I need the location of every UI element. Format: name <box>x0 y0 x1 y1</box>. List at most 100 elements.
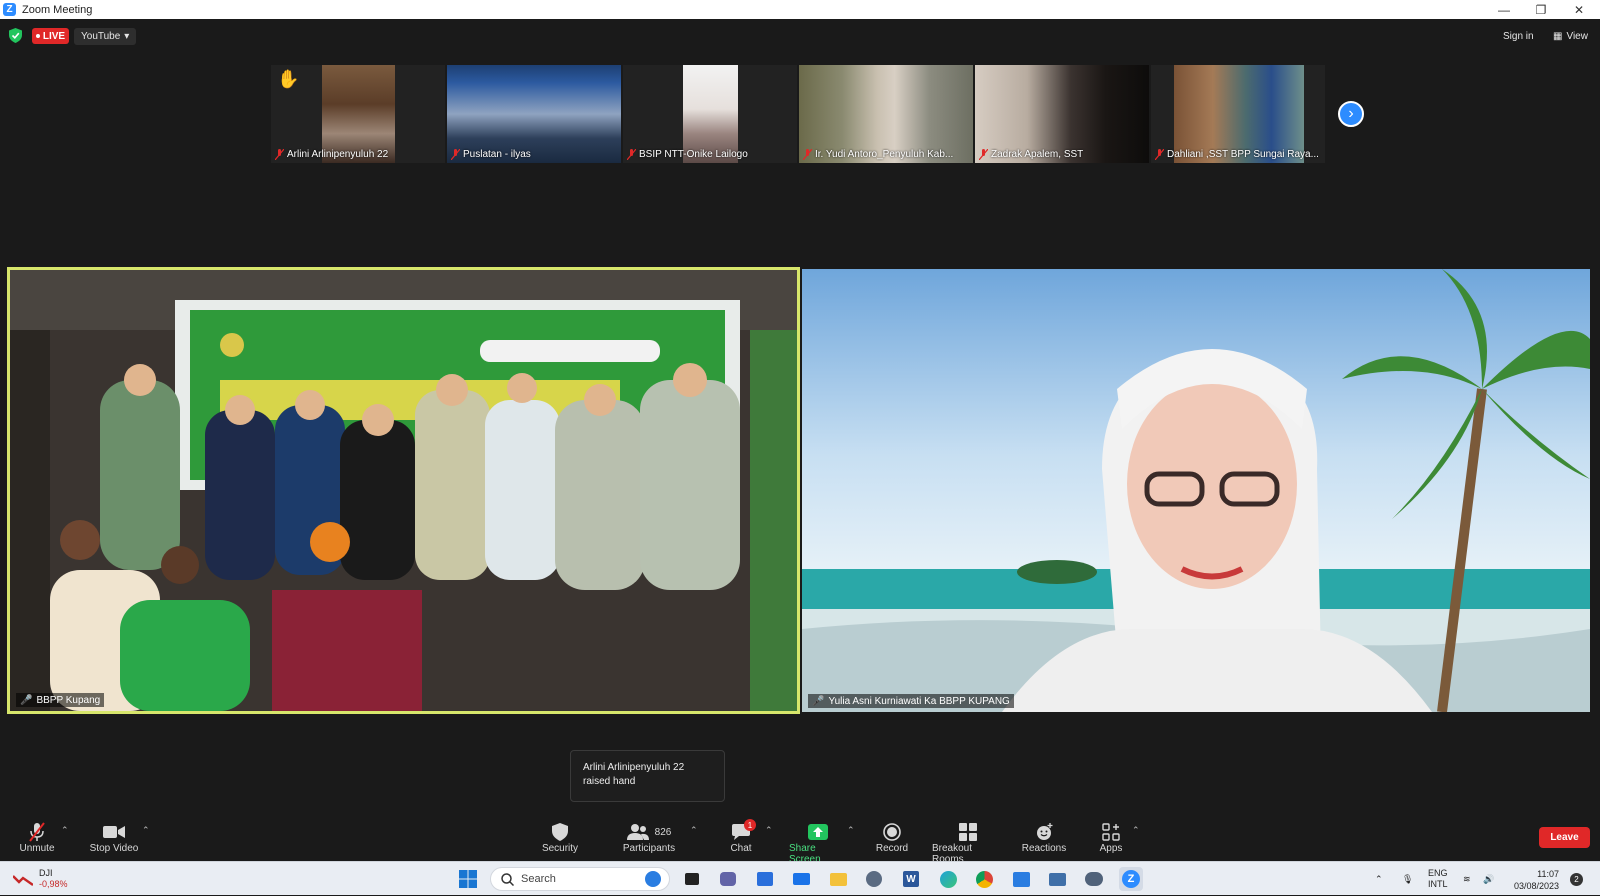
apps-button[interactable]: Apps <box>1099 821 1123 854</box>
system-clock[interactable]: 11:07 03/08/2023 <box>1511 868 1559 892</box>
stock-change: -0,98% <box>39 879 68 889</box>
active-speaker-video[interactable]: 🎤 BBPP Kupang <box>7 267 800 714</box>
minimize-icon[interactable]: — <box>1486 0 1522 19</box>
stock-widget[interactable]: DJI -0,98% <box>13 868 68 889</box>
view-label: View <box>1566 31 1588 42</box>
wifi-icon[interactable]: ≋ <box>1463 862 1471 896</box>
video-camera-icon <box>103 826 125 838</box>
audio-options-caret-icon[interactable]: ⌃ <box>61 825 69 836</box>
chat-button[interactable]: 1 Chat <box>727 819 756 854</box>
meeting-controls-toolbar: Unmute ⌃ Stop Video ⌃ Security 826 Parti… <box>0 815 1600 865</box>
breakout-rooms-button[interactable]: Breakout Rooms <box>932 821 1004 865</box>
security-label: Security <box>541 843 579 854</box>
participants-icon <box>626 824 649 840</box>
participant-main-video[interactable]: 🎤 Yulia Asni Kurniawati Ka BBPP KUPANG <box>802 269 1590 712</box>
tray-overflow-chevron-icon[interactable]: ⌃ <box>1375 862 1383 896</box>
participants-button[interactable]: 826 Participants <box>620 821 678 854</box>
mic-muted-icon <box>1155 149 1164 160</box>
share-options-caret-icon[interactable]: ⌃ <box>847 825 855 836</box>
participant-name: Dahliani ,SST BPP Sungai Raya... <box>1167 149 1319 160</box>
restore-icon[interactable]: ❐ <box>1523 0 1559 19</box>
share-screen-icon <box>808 824 828 840</box>
security-button[interactable]: Security <box>541 821 579 854</box>
task-view-icon[interactable] <box>680 867 704 891</box>
mic-muted-icon <box>275 149 284 160</box>
participant-thumbnail[interactable]: Ir. Yudi Antoro_Penyuluh Kab... <box>799 65 973 163</box>
mail-icon[interactable] <box>789 867 813 891</box>
apps-icon <box>1102 823 1120 841</box>
participant-thumbnail[interactable]: BSIP NTT-Onike Lailogo <box>623 65 797 163</box>
share-screen-button[interactable]: Share Screen <box>789 821 847 865</box>
microphone-tray-icon[interactable]: 🎙 <box>1402 862 1413 896</box>
stock-chart-icon <box>13 874 33 886</box>
bing-icon <box>645 871 661 887</box>
shield-check-icon[interactable] <box>9 28 22 43</box>
reactions-label: Reactions <box>1021 843 1067 854</box>
network-app-icon[interactable] <box>1045 867 1069 891</box>
beach-background-video <box>802 269 1590 712</box>
volume-icon[interactable]: 🔊 <box>1483 862 1494 896</box>
participants-options-caret-icon[interactable]: ⌃ <box>690 825 698 836</box>
apps-label: Apps <box>1099 843 1123 854</box>
video-options-caret-icon[interactable]: ⌃ <box>142 825 150 836</box>
notification-participant: Arlini Arlinipenyuluh 22 <box>583 762 685 773</box>
mic-muted-icon <box>451 149 460 160</box>
record-icon <box>883 823 901 841</box>
stop-video-label: Stop Video <box>89 843 139 854</box>
teams-chat-icon[interactable] <box>716 867 740 891</box>
windows-taskbar: DJI -0,98% Search W Z ⌃ 🎙 ENG INTL ≋ 🔊 1… <box>0 861 1600 895</box>
store-icon[interactable] <box>753 867 777 891</box>
view-button[interactable]: ▦ View <box>1547 28 1594 45</box>
raised-hand-icon: ✋ <box>277 69 300 89</box>
clock-date: 03/08/2023 <box>1513 881 1559 891</box>
language-code: ENG <box>1428 868 1448 878</box>
unmute-label: Unmute <box>19 843 55 854</box>
stream-target-label: YouTube <box>81 31 121 42</box>
group-photo-video <box>10 270 797 711</box>
zoom-logo-icon: Z <box>3 3 16 16</box>
reactions-button[interactable]: Reactions <box>1022 821 1066 854</box>
mic-muted-icon <box>29 822 45 842</box>
live-badge[interactable]: LIVE <box>32 28 69 44</box>
edge-browser-icon[interactable] <box>936 867 960 891</box>
zoom-taskbar-icon[interactable]: Z <box>1119 867 1143 891</box>
keyboard-layout: INTL <box>1428 879 1448 889</box>
windows-start-icon[interactable] <box>456 867 480 891</box>
security-shield-icon <box>552 823 568 841</box>
participant-thumbnail[interactable]: Dahliani ,SST BPP Sungai Raya... <box>1151 65 1325 163</box>
participant-thumbnail[interactable]: Puslatan - ilyas <box>447 65 621 163</box>
stop-video-button[interactable]: Stop Video <box>89 821 139 854</box>
chevron-down-icon: ▾ <box>124 31 130 42</box>
sign-in-button[interactable]: Sign in <box>1497 28 1540 45</box>
input-language-indicator[interactable]: ENG INTL <box>1428 862 1448 896</box>
word-icon[interactable]: W <box>899 867 923 891</box>
settings-app-icon[interactable] <box>862 867 886 891</box>
chrome-browser-icon[interactable] <box>972 867 996 891</box>
stream-target-dropdown[interactable]: YouTube ▾ <box>74 28 137 45</box>
clock-time: 11:07 <box>1537 869 1559 879</box>
apps-options-caret-icon[interactable]: ⌃ <box>1132 825 1140 836</box>
close-icon[interactable]: ✕ <box>1561 0 1597 19</box>
next-page-arrow-icon[interactable]: › <box>1338 101 1364 127</box>
file-explorer-icon[interactable] <box>826 867 850 891</box>
search-placeholder: Search <box>521 873 556 885</box>
participant-name: Arlini Arlinipenyuluh 22 <box>287 149 389 160</box>
notification-count-badge[interactable]: 2 <box>1570 873 1583 886</box>
participant-thumbnail[interactable]: Zadrak Apalem, SST <box>975 65 1149 163</box>
record-label: Record <box>875 843 909 854</box>
cloud-app-icon[interactable] <box>1082 867 1106 891</box>
leave-meeting-button[interactable]: Leave <box>1539 827 1590 848</box>
record-button[interactable]: Record <box>875 821 909 854</box>
participant-name: Ir. Yudi Antoro_Penyuluh Kab... <box>815 149 954 160</box>
window-title: Zoom Meeting <box>22 3 93 16</box>
taskbar-search-input[interactable]: Search <box>490 867 670 891</box>
grid-view-icon: ▦ <box>1553 31 1563 42</box>
chat-options-caret-icon[interactable]: ⌃ <box>765 825 773 836</box>
photos-app-icon[interactable] <box>1009 867 1033 891</box>
mic-muted-icon <box>627 149 636 160</box>
unmute-button[interactable]: Unmute <box>18 821 56 854</box>
participant-thumbnail-strip: ✋ Arlini Arlinipenyuluh 22 Puslatan - il… <box>271 65 1325 163</box>
participant-thumbnail[interactable]: ✋ Arlini Arlinipenyuluh 22 <box>271 65 445 163</box>
participants-label: Participants <box>622 843 676 854</box>
notification-message: raised hand <box>583 776 636 787</box>
